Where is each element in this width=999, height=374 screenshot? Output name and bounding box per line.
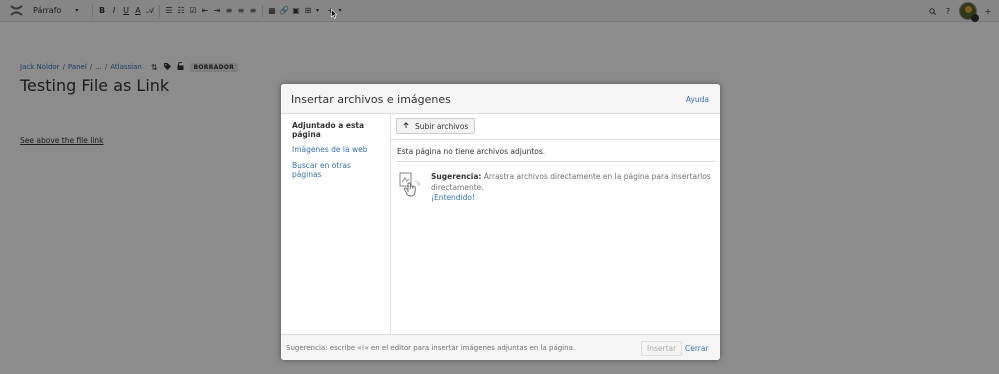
insert-button[interactable]: Insertar (641, 341, 683, 356)
got-it-link[interactable]: ¡Entendido! (431, 193, 475, 202)
upload-files-label: Subir archivos (415, 121, 469, 131)
footer-hint: Sugerencia: escribe «!» en el editor par… (286, 344, 576, 352)
nav-item-web-images[interactable]: Imágenes de la web (292, 145, 382, 155)
drag-drop-hand-icon (398, 172, 424, 198)
dialog-header: Insertar archivos e imágenes Ayuda (281, 84, 720, 114)
insert-files-dialog: Insertar archivos e imágenes Ayuda Adjun… (281, 84, 720, 360)
mouse-cursor-icon (331, 9, 337, 19)
nav-item-search-pages[interactable]: Buscar en otras páginas (292, 161, 382, 179)
upload-files-button[interactable]: Subir archivos (396, 118, 476, 134)
dialog-nav: Adjuntado a esta página Imágenes de la w… (281, 114, 391, 334)
nav-item-attached[interactable]: Adjuntado a esta página (292, 121, 382, 139)
upload-arrow-icon (403, 121, 409, 131)
dialog-main: Subir archivos Esta página no tiene arch… (391, 114, 720, 334)
close-button[interactable]: Cerrar (685, 344, 709, 353)
upload-bar: Subir archivos (391, 114, 720, 140)
dialog-title: Insertar archivos e imágenes (291, 93, 451, 106)
help-link[interactable]: Ayuda (686, 95, 709, 104)
tip-message: Sugerencia: Arrastra archivos directamen… (431, 172, 716, 204)
tip-title: Sugerencia: (431, 172, 482, 181)
no-attachments-message: Esta página no tiene archivos adjuntos. (397, 147, 546, 156)
divider (396, 161, 715, 162)
dialog-footer: Sugerencia: escribe «!» en el editor par… (281, 334, 720, 360)
